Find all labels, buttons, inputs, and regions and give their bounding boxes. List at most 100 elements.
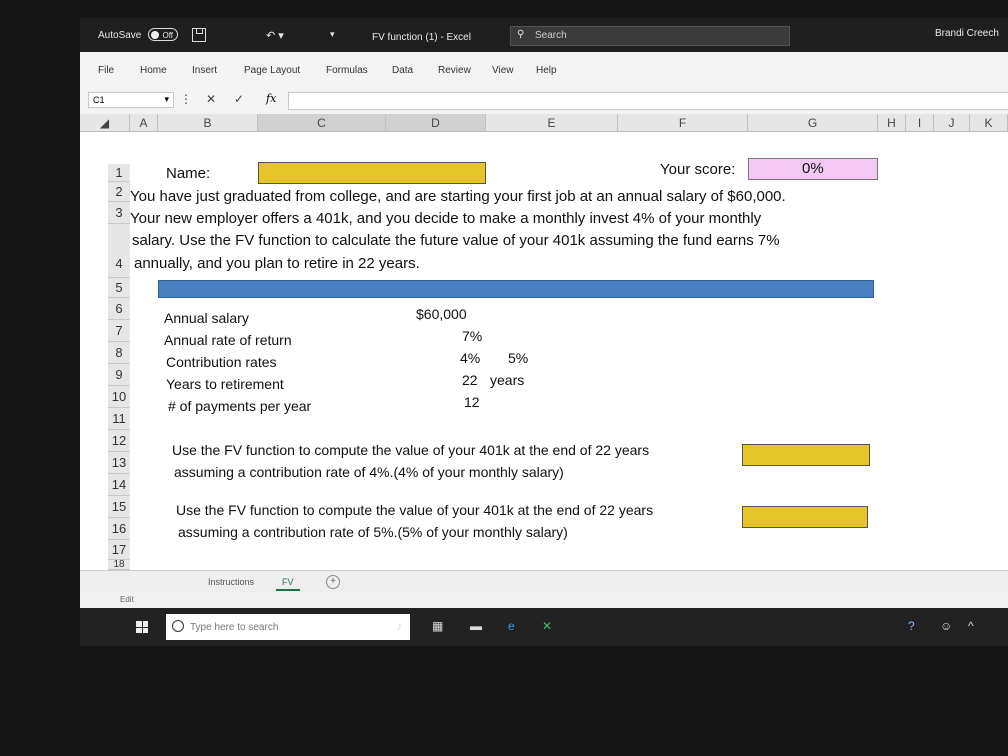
intro-line-4: annually, and you plan to retire in 22 y… (134, 255, 420, 272)
edge-browser-icon[interactable]: e (508, 619, 515, 633)
tab-formulas[interactable]: Formulas (326, 65, 368, 76)
sheet-tab-instructions[interactable]: Instructions (202, 575, 260, 589)
column-header-a[interactable]: A (130, 114, 158, 132)
row-header[interactable]: 7 (108, 320, 130, 342)
answer-cell-4-percent[interactable] (742, 444, 870, 466)
row-header[interactable]: 1 (108, 164, 130, 182)
tab-page-layout[interactable]: Page Layout (244, 65, 300, 76)
row-header[interactable]: 11 (108, 408, 130, 430)
tab-help[interactable]: Help (536, 65, 557, 76)
column-header-f[interactable]: F (618, 114, 748, 132)
tab-view[interactable]: View (492, 65, 514, 76)
param-label: Years to retirement (166, 376, 284, 392)
param-label: Contribution rates (166, 354, 277, 370)
question-1-line-2: assuming a contribution rate of 4%.(4% o… (174, 464, 564, 480)
column-header-j[interactable]: J (934, 114, 970, 132)
tab-review[interactable]: Review (438, 65, 471, 76)
tray-chevron-icon[interactable]: ^ (968, 619, 974, 633)
enter-icon[interactable]: ✓ (234, 92, 244, 106)
microphone-icon[interactable]: ♪ (396, 619, 402, 633)
status-mode: Edit (120, 595, 134, 604)
row-header[interactable]: 3 (108, 202, 130, 224)
row-header[interactable]: 13 (108, 452, 130, 474)
column-header-k[interactable]: K (970, 114, 1008, 132)
name-input-cell[interactable] (258, 162, 486, 184)
undo-icon[interactable]: ↶ ▾ (266, 29, 284, 42)
sheet-tab-fv[interactable]: FV (276, 575, 300, 591)
title-bar: AutoSave Off ↶ ▾ ▾ FV function (1) - Exc… (80, 18, 1008, 52)
autosave-toggle[interactable]: Off (148, 28, 178, 41)
row-header[interactable]: 12 (108, 430, 130, 452)
answer-cell-5-percent[interactable] (742, 506, 868, 528)
row-header[interactable]: 4 (108, 224, 130, 278)
tab-file[interactable]: File (98, 65, 114, 76)
param-label: Annual salary (164, 310, 249, 326)
row-header[interactable]: 16 (108, 518, 130, 540)
taskbar: Type here to search ♪ ▦ ▬ e ✕ ? ☺ ^ (80, 608, 1008, 646)
search-label: Search (535, 30, 567, 41)
screen: AutoSave Off ↶ ▾ ▾ FV function (1) - Exc… (80, 18, 1008, 646)
tab-insert[interactable]: Insert (192, 65, 217, 76)
param-value: 7% (462, 328, 483, 344)
column-header-b[interactable]: B (158, 114, 258, 132)
param-value: $60,000 (416, 306, 467, 322)
intro-line-1: You have just graduated from college, an… (130, 188, 786, 205)
file-explorer-icon[interactable]: ▬ (470, 619, 482, 633)
row-header[interactable]: 15 (108, 496, 130, 518)
cortana-icon (172, 620, 184, 632)
autosave-label: AutoSave (98, 30, 142, 41)
help-icon[interactable]: ? (908, 619, 915, 633)
param-value: 4% (460, 350, 481, 366)
insert-function-icon[interactable]: fx (266, 92, 276, 105)
row-header[interactable]: 18 (108, 560, 130, 570)
more-options-icon[interactable]: ⋮ (180, 92, 192, 106)
row-header[interactable]: 14 (108, 474, 130, 496)
score-value: 0% (802, 160, 824, 177)
column-header-h[interactable]: H (878, 114, 906, 132)
save-icon[interactable] (192, 28, 206, 42)
taskbar-search-placeholder: Type here to search (190, 622, 279, 633)
question-2-line-2: assuming a contribution rate of 5%.(5% o… (178, 524, 568, 540)
select-all-corner[interactable]: ◢ (80, 114, 130, 132)
tab-home[interactable]: Home (140, 65, 167, 76)
param-value: 22 (462, 372, 478, 388)
people-icon[interactable]: ☺ (940, 619, 952, 633)
column-header-i[interactable]: I (906, 114, 934, 132)
param-label: Annual rate of return (164, 332, 292, 348)
intro-line-2: Your new employer offers a 401k, and you… (130, 210, 762, 227)
taskbar-search-box[interactable]: Type here to search (166, 614, 410, 640)
quick-access-dropdown-icon[interactable]: ▾ (330, 29, 335, 40)
formula-input[interactable] (288, 92, 1008, 110)
param-value-2: 5% (508, 350, 529, 366)
param-value: 12 (464, 394, 480, 410)
tab-data[interactable]: Data (392, 65, 413, 76)
excel-app-icon[interactable]: ✕ (542, 619, 552, 633)
row-header[interactable]: 5 (108, 278, 130, 298)
row-header[interactable]: 9 (108, 364, 130, 386)
cancel-icon[interactable]: ✕ (206, 92, 216, 106)
name-label: Name: (166, 165, 211, 182)
column-header-c[interactable]: C (258, 114, 386, 132)
column-header-d[interactable]: D (386, 114, 486, 132)
param-label: # of payments per year (168, 398, 312, 414)
row-header[interactable]: 10 (108, 386, 130, 408)
search-icon: ⚲ (517, 29, 525, 40)
task-view-icon[interactable]: ▦ (432, 619, 443, 633)
status-bar: Edit (80, 592, 1008, 608)
search-box[interactable]: ⚲ Search (510, 26, 790, 46)
row-header[interactable]: 6 (108, 298, 130, 320)
document-title: FV function (1) - Excel (372, 32, 471, 43)
worksheet[interactable]: ◢ A B C D E F G H I J K 1 2 3 4 5 6 7 8 … (80, 114, 1008, 570)
user-name[interactable]: Brandi Creech (935, 28, 999, 39)
row-header[interactable]: 17 (108, 540, 130, 560)
column-header-e[interactable]: E (486, 114, 618, 132)
sheet-tabs-bar: Instructions FV + (80, 570, 1008, 593)
question-1-line-1: Use the FV function to compute the value… (172, 442, 650, 458)
row-header[interactable]: 2 (108, 182, 130, 202)
add-sheet-icon[interactable]: + (326, 575, 340, 589)
column-header-g[interactable]: G (748, 114, 878, 132)
windows-start-icon[interactable] (136, 621, 148, 633)
row-header[interactable]: 8 (108, 342, 130, 364)
name-box[interactable]: C1 (88, 92, 174, 108)
ribbon-tabs: File Home Insert Page Layout Formulas Da… (80, 52, 1008, 87)
